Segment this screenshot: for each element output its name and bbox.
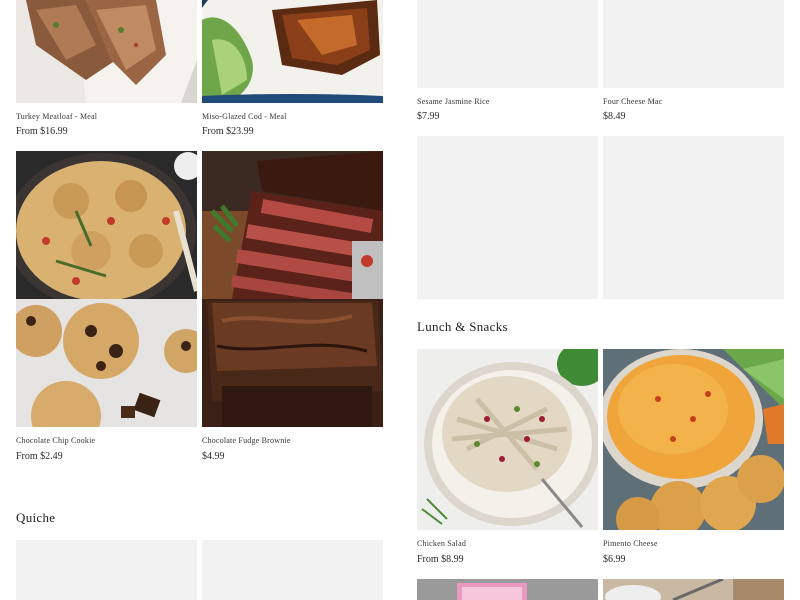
four-cheese-mac-image[interactable] <box>603 0 784 88</box>
chocolate-chip-cookie-image[interactable] <box>16 151 197 427</box>
miso-glazed-cod-image[interactable] <box>202 0 383 103</box>
product-title[interactable]: Pimento Cheese <box>603 539 658 548</box>
sesame-jasmine-rice-image[interactable] <box>417 0 598 88</box>
product-title[interactable]: Turkey Meatloaf - Meal <box>16 112 97 121</box>
product-price: $7.99 <box>417 111 440 122</box>
section-title-quiche: Quiche <box>16 510 56 525</box>
chicken-salad-image[interactable] <box>417 349 598 530</box>
product-price: From $16.99 <box>16 126 68 137</box>
product-price: $4.99 <box>202 451 225 462</box>
product-price: From $8.99 <box>417 554 464 565</box>
product-image[interactable] <box>417 579 598 600</box>
product-price: From $23.99 <box>202 126 254 137</box>
product-title[interactable]: Chicken Salad <box>417 539 466 548</box>
product-price: From $2.49 <box>16 451 63 462</box>
product-image[interactable] <box>603 579 784 600</box>
product-price: $8.49 <box>603 111 626 122</box>
chocolate-fudge-brownie-image[interactable] <box>202 151 383 427</box>
product-title[interactable]: Chocolate Fudge Brownie <box>202 436 291 445</box>
turkey-meatloaf-image[interactable] <box>16 0 197 103</box>
product-image-placeholder[interactable] <box>417 136 598 299</box>
product-price: $6.99 <box>603 554 626 565</box>
product-title[interactable]: Four Cheese Mac <box>603 97 662 106</box>
product-title[interactable]: Sesame Jasmine Rice <box>417 97 490 106</box>
product-title[interactable]: Miso-Glazed Cod - Meal <box>202 112 287 121</box>
product-title[interactable]: Chocolate Chip Cookie <box>16 436 95 445</box>
section-title-lunch-snacks: Lunch & Snacks <box>417 319 508 334</box>
product-image-placeholder[interactable] <box>16 540 197 600</box>
pimento-cheese-image[interactable] <box>603 349 784 530</box>
product-image-placeholder[interactable] <box>603 136 784 299</box>
product-image-placeholder[interactable] <box>202 540 383 600</box>
